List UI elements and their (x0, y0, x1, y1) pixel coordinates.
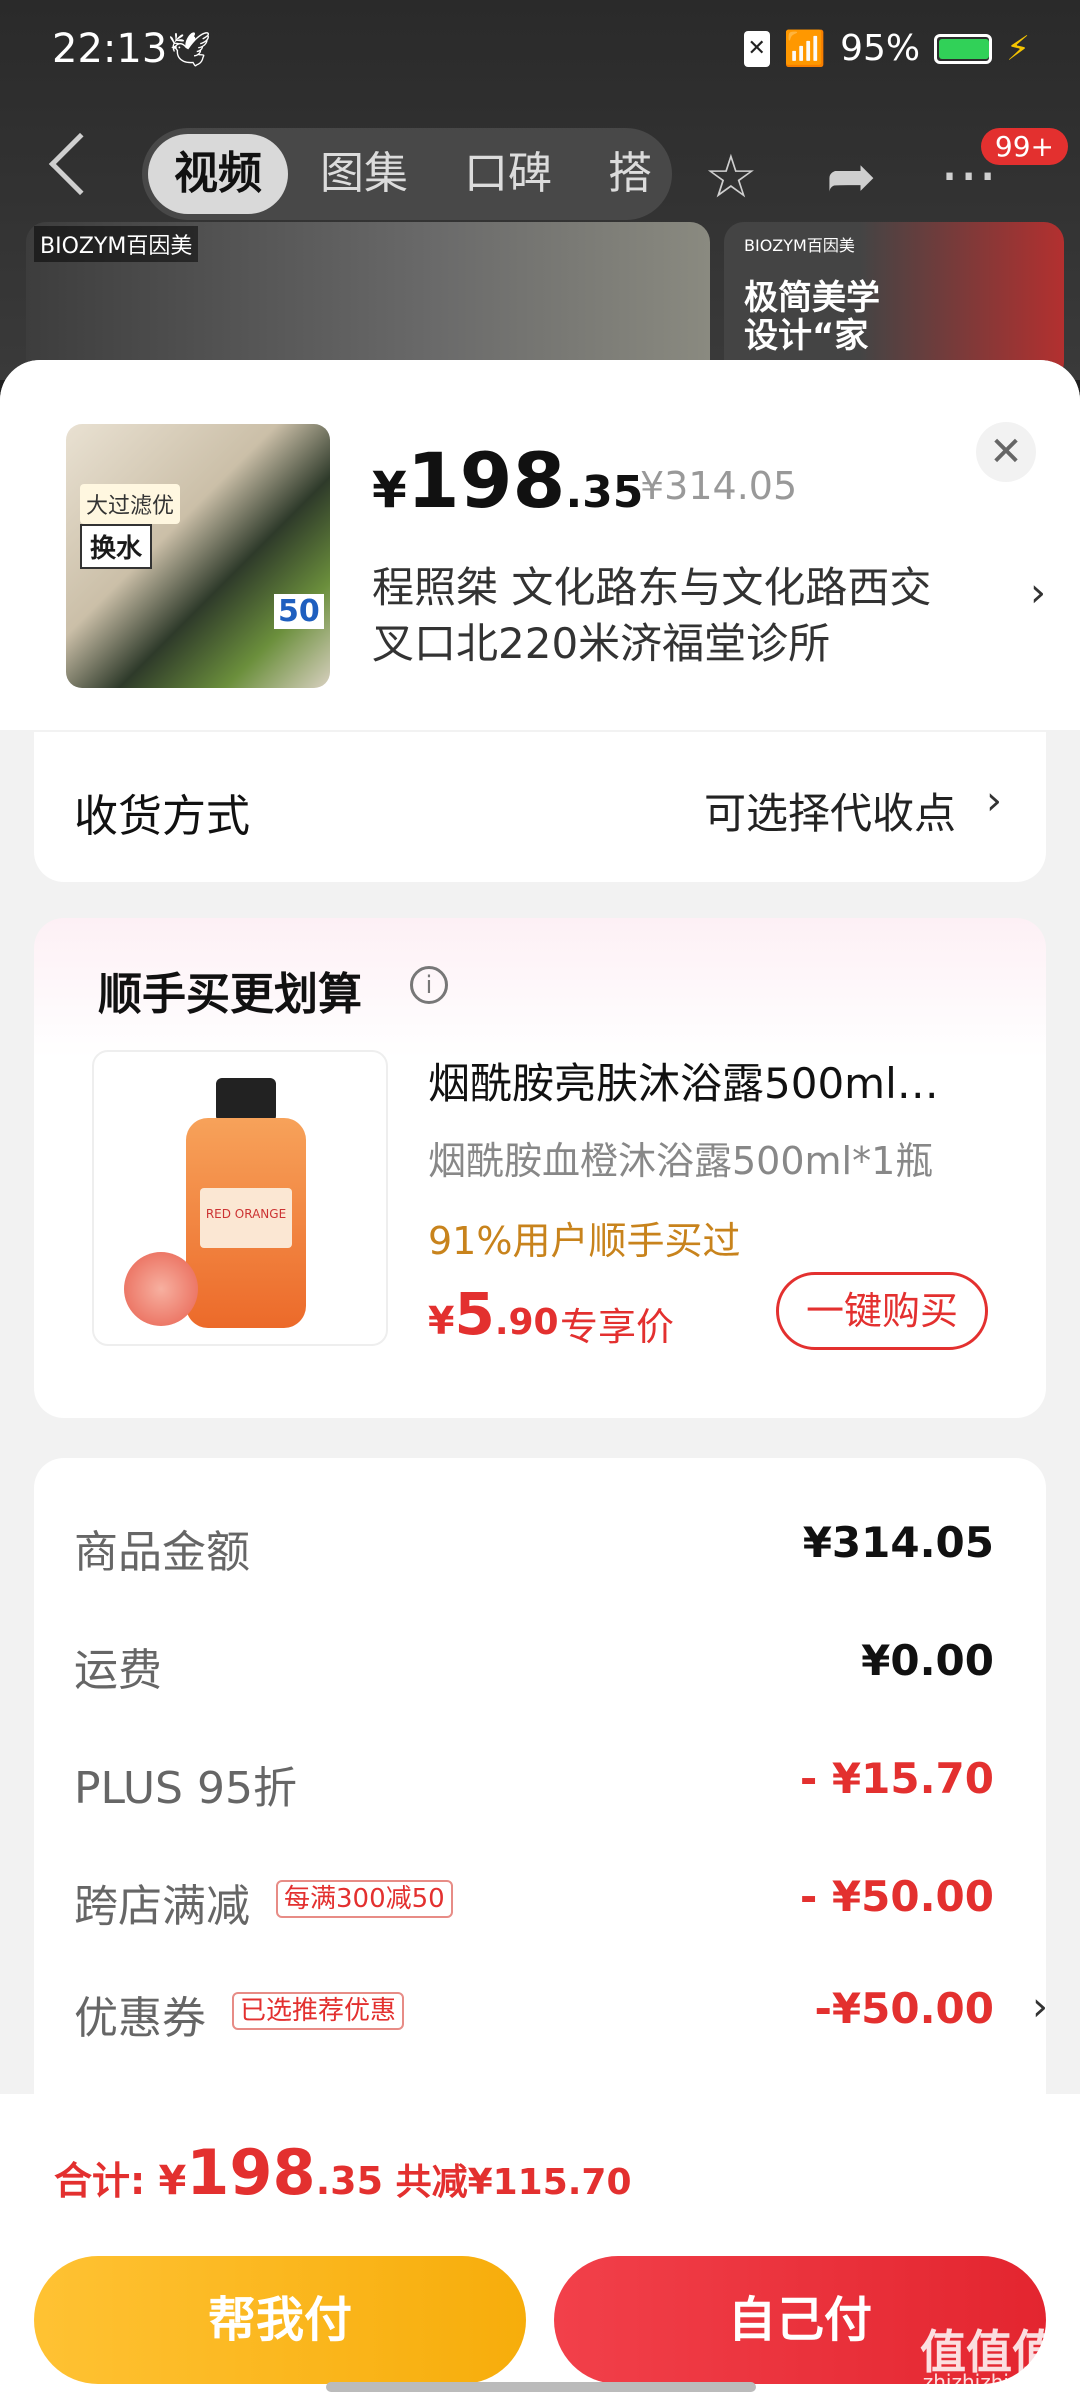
upsell-product-image[interactable]: RED ORANGE (92, 1050, 388, 1346)
tab-match[interactable]: 搭配 (608, 128, 672, 220)
shipping-method-row[interactable]: 收货方式 可选择代收点 › (34, 732, 1046, 882)
battery-icon (934, 33, 993, 64)
battery-percent: 95% (840, 28, 921, 69)
media-tabs: 视频 图集 口碑 搭配 (142, 128, 672, 220)
checkout-footer: 合计: ¥198.35 共减¥115.70 帮我付 自己付 (0, 2094, 1080, 2400)
product-summary: 大过滤优 换水 50 ¥198.35 ¥314.05 ✕ 程照桀 文化路东与文化… (0, 360, 1080, 730)
chevron-right-icon[interactable]: › (1030, 570, 1046, 616)
wifi-icon: 📶 (783, 28, 827, 69)
upsell-card: 顺手买更划算 i RED ORANGE 烟酰胺亮肤沐浴露500ml… 烟酰胺血橙… (34, 918, 1046, 1418)
one-click-buy-button[interactable]: 一键购买 (776, 1272, 988, 1350)
grapefruit-illustration (124, 1252, 198, 1326)
product-page-background: 22:13 🕊 ✕ 📶 95% ⚡ 视频 图集 口碑 搭配 ☆ ➦ ··· 99… (0, 0, 1080, 382)
promo-rule-tag: 每满300减50 (276, 1880, 453, 1918)
help-me-pay-button[interactable]: 帮我付 (34, 2256, 526, 2384)
chevron-right-icon: › (1032, 1984, 1048, 2030)
app-notification-icon: 🕊 (168, 30, 212, 70)
upsell-product-spec: 烟酰胺血橙沐浴露500ml*1瓶 (428, 1139, 934, 1183)
info-icon[interactable]: i (410, 966, 448, 1004)
price-breakdown: 商品金额 ¥314.05 运费 ¥0.00 PLUS 95折 - ¥15.70 … (34, 1458, 1048, 2158)
product-main-image: BIOZYM百因美 (26, 222, 710, 382)
home-indicator[interactable] (326, 2382, 756, 2392)
sim-off-icon: ✕ (743, 30, 770, 67)
status-bar: 22:13 🕊 ✕ 📶 95% ⚡ (0, 0, 1080, 100)
shipping-value: 可选择代收点 (703, 789, 956, 838)
favorite-star-icon[interactable]: ☆ (704, 142, 758, 212)
close-button[interactable]: ✕ (976, 422, 1036, 482)
watermark-url: zhizhizhi.com (922, 2370, 1058, 2394)
price-row-coupon[interactable]: 优惠券 已选推荐优惠 -¥50.00 › (74, 1970, 1048, 2050)
shipping-label: 收货方式 (74, 791, 250, 842)
product-promo-image: BIOZYM百因美 极简美学 设计“家 (724, 222, 1064, 382)
upsell-title: 顺手买更划算 (98, 969, 362, 1020)
price-row-cross-store[interactable]: 跨店满减 每满300减50 - ¥50.00 (74, 1858, 1004, 1938)
upsell-product-name[interactable]: 烟酰胺亮肤沐浴露500ml… (428, 1050, 988, 1111)
status-time: 22:13 (52, 26, 168, 72)
tab-video[interactable]: 视频 (148, 134, 288, 214)
exclusive-price-tag: 专享价 (560, 1305, 675, 1349)
upsell-price: ¥5.90 (428, 1280, 559, 1348)
tab-gallery[interactable]: 图集 (320, 128, 408, 220)
chevron-right-icon: › (986, 778, 1002, 824)
back-icon[interactable] (48, 132, 112, 196)
price-row-shipping: 运费 ¥0.00 (74, 1636, 994, 1696)
tab-reviews[interactable]: 口碑 (464, 128, 552, 220)
coupon-recommend-tag: 已选推荐优惠 (232, 1992, 405, 2030)
brand-logo: BIOZYM百因美 (34, 226, 199, 262)
original-price: ¥314.05 (640, 464, 798, 508)
price-row-goods: 商品金额 ¥314.05 (74, 1518, 994, 1578)
upsell-purchase-hint: 91%用户顺手买过 (428, 1219, 741, 1263)
delivery-address[interactable]: 程照桀 文化路东与文化路西交叉口北220米济福堂诊所 (372, 560, 972, 672)
order-total: 合计: ¥198.35 共减¥115.70 (54, 2136, 632, 2209)
message-badge: 99+ (980, 128, 1068, 165)
product-thumbnail: 大过滤优 换水 50 (66, 424, 330, 688)
bottle-illustration: RED ORANGE (186, 1078, 306, 1328)
share-icon[interactable]: ➦ (826, 142, 876, 212)
current-price: ¥198.35 (372, 436, 644, 525)
charging-icon: ⚡ (1006, 28, 1030, 69)
price-row-plus-discount: PLUS 95折 - ¥15.70 (74, 1754, 994, 1814)
product-nav-bar: 视频 图集 口碑 搭配 ☆ ➦ ··· 99+ (0, 128, 1080, 228)
